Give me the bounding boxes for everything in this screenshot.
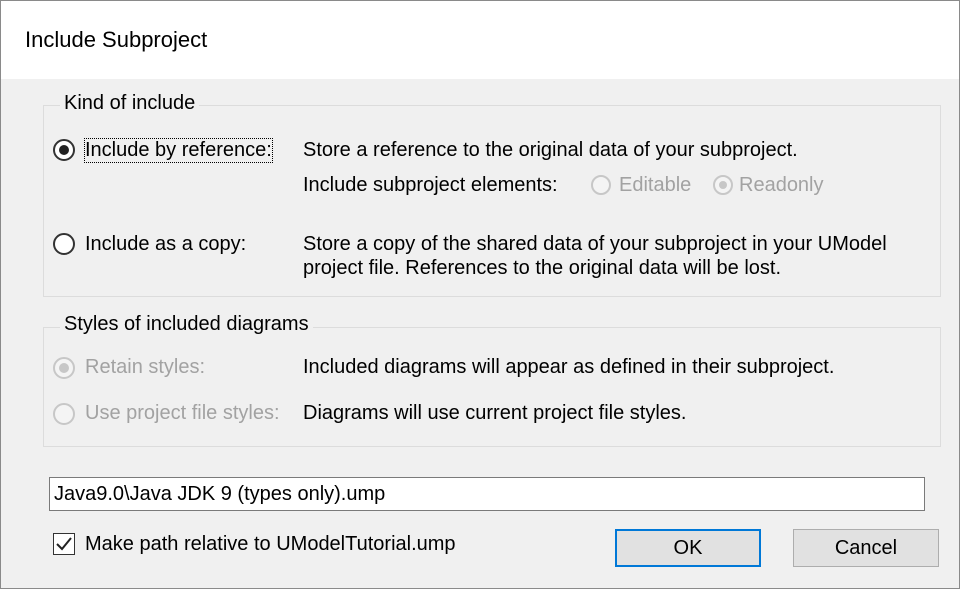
use-project-file-styles-description: Diagrams will use current project file s… xyxy=(303,402,687,424)
include-as-copy-description-line1: Store a copy of the shared data of your … xyxy=(303,233,887,255)
include-as-copy-radio[interactable] xyxy=(53,233,75,255)
retain-styles-description: Included diagrams will appear as defined… xyxy=(303,356,835,378)
styles-group: Styles of included diagrams xyxy=(43,313,941,447)
styles-legend: Styles of included diagrams xyxy=(60,313,313,336)
retain-styles-label: Retain styles: xyxy=(85,356,206,378)
title-bar: Include Subproject xyxy=(1,1,959,79)
editable-label: Editable xyxy=(619,174,692,196)
cancel-button[interactable]: Cancel xyxy=(793,529,939,567)
make-path-relative-label[interactable]: Make path relative to UModelTutorial.ump xyxy=(85,533,456,556)
readonly-radio[interactable] xyxy=(713,175,733,195)
include-subproject-dialog: Include Subproject Kind of include Inclu… xyxy=(0,0,960,589)
readonly-label: Readonly xyxy=(739,174,824,196)
include-as-copy-label[interactable]: Include as a copy: xyxy=(85,233,246,256)
editable-radio[interactable] xyxy=(591,175,611,195)
ok-button[interactable]: OK xyxy=(615,529,761,567)
include-by-reference-radio[interactable] xyxy=(53,139,75,161)
kind-of-include-legend: Kind of include xyxy=(60,92,200,115)
dialog-title: Include Subproject xyxy=(25,27,208,52)
retain-styles-radio[interactable] xyxy=(53,357,75,379)
include-by-reference-label[interactable]: Include by reference: xyxy=(84,138,273,163)
make-path-relative-checkbox[interactable] xyxy=(53,533,75,555)
checkmark-icon xyxy=(56,537,72,551)
include-by-reference-description: Store a reference to the original data o… xyxy=(303,139,798,161)
include-as-copy-description-line2: project file. References to the original… xyxy=(303,257,782,279)
subproject-path-input[interactable]: Java9.0\Java JDK 9 (types only).ump xyxy=(49,477,925,511)
use-project-file-styles-label: Use project file styles: xyxy=(85,402,280,424)
use-project-file-styles-radio[interactable] xyxy=(53,403,75,425)
subproject-elements-label: Include subproject elements: xyxy=(303,174,558,196)
